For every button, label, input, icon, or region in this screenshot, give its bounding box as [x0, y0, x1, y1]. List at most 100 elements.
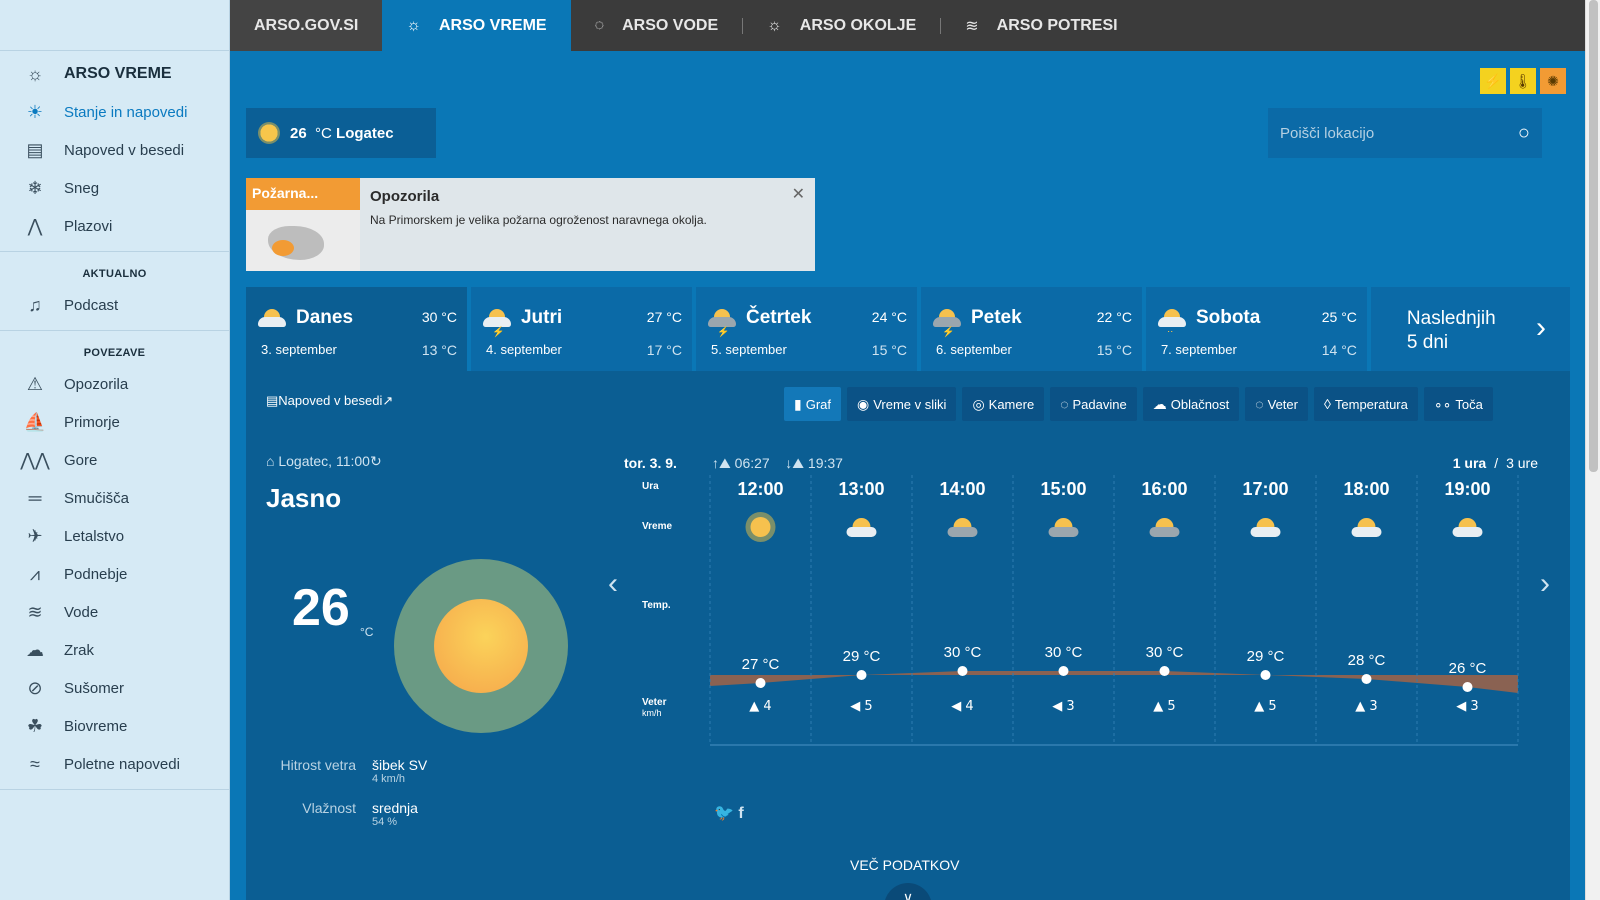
day-name: Sobota	[1195, 307, 1261, 328]
temperature-point	[856, 670, 867, 680]
sidebar-item-zrak[interactable]: ☁ Zrak	[0, 631, 229, 669]
search-icon[interactable]: ○	[1518, 122, 1530, 145]
twitter-icon[interactable]: 🐦	[714, 805, 734, 822]
hour-label: 14:00	[939, 479, 985, 499]
partly-cloudy-icon-cloud	[1351, 527, 1382, 537]
temperature-point	[755, 678, 766, 688]
day-max: 25 °C	[1321, 309, 1357, 325]
heat-warning-icon[interactable]: 🌡	[1510, 68, 1536, 94]
tab-label: Vreme v sliki	[873, 396, 947, 412]
partly-cloudy-icon-cloud	[1250, 527, 1281, 537]
day-tab-sobota[interactable]: ⋅⋅ Sobota 25 °C 7. september 14 °C	[1145, 287, 1367, 371]
day-tab-jutri[interactable]: ⚡ Jutri 27 °C 4. september 17 °C	[470, 287, 692, 371]
sidebar-item-label: Sneg	[64, 179, 100, 197]
sidebar-item-biovreme[interactable]: ☘ Biovreme	[0, 707, 229, 745]
mountain-icon: ⋀⋀	[20, 449, 50, 470]
sidebar-item-vode[interactable]: ≋ Vode	[0, 593, 229, 631]
facebook-icon[interactable]: f	[738, 805, 743, 822]
forecast-graph: 12:00 27 °C ▲ 4 13:00 29 °C ◀ 5 14:00 30 °C ◀ 4 1…	[709, 475, 1519, 746]
humidity-value: srednja	[372, 800, 418, 816]
sidebar-item-stanje[interactable]: ☀ Stanje in napovedi	[0, 93, 229, 131]
wind-value: ▲ 4	[749, 699, 771, 714]
sidebar-item-susomer[interactable]: ⊘ Sušomer	[0, 669, 229, 707]
sidebar-item-label: Smučišča	[64, 489, 130, 507]
tab-temperatura[interactable]: ◊ Temperatura	[1313, 387, 1418, 421]
sidebar-item-plazovi[interactable]: ⋀ Plazovi	[0, 207, 229, 245]
day-min: 17 °C	[646, 342, 682, 358]
chevron-left-icon[interactable]: ‹	[608, 567, 618, 601]
wind-label: Hitrost vetra	[280, 757, 356, 773]
nav-arso-gov[interactable]: ARSO.GOV.SI	[230, 0, 383, 51]
warning-text: Na Primorskem je velika požarna ogroženo…	[370, 213, 707, 227]
sidebar-item-smucisca[interactable]: ═ Smučišča	[0, 479, 229, 517]
sidebar-item-gore[interactable]: ⋀⋀ Gore	[0, 441, 229, 479]
tab-vreme-v-sliki[interactable]: ◉ Vreme v sliki	[847, 387, 957, 421]
scrollbar-thumb[interactable]	[1589, 0, 1598, 472]
more-data-label[interactable]: VEČ PODATKOV	[850, 857, 959, 873]
nav-arso-vode[interactable]: ◌ ARSO VODE	[571, 0, 743, 51]
next-days-label: Naslednjih 5 dni	[1407, 307, 1496, 355]
close-icon[interactable]: ✕	[792, 184, 805, 204]
refresh-icon[interactable]: ↻	[370, 453, 382, 469]
chevron-right-icon[interactable]: ›	[1540, 567, 1550, 601]
fire-warning-icon[interactable]: ✺	[1540, 68, 1566, 94]
sidebar-title[interactable]: ☼ ARSO VREME	[0, 55, 229, 93]
search-input[interactable]	[1280, 124, 1518, 142]
sidebar-item-poletne[interactable]: ≈ Poletne napovedi	[0, 745, 229, 783]
day-max: 24 °C	[871, 309, 907, 325]
tab-toca[interactable]: ∘∘ Toča	[1423, 387, 1493, 421]
hour-label: 13:00	[838, 479, 884, 499]
chevron-down-icon[interactable]: ∨	[884, 883, 932, 900]
sidebar-item-podcast[interactable]: ♫ Podcast	[0, 286, 229, 324]
thunder-warning-icon[interactable]: ⚡	[1480, 68, 1506, 94]
current-meta: ⌂ Logatec, 11:00↻	[266, 453, 382, 470]
humidity-detail: Vlažnost srednja 54 %	[266, 800, 516, 828]
tab-oblacnost[interactable]: ☁ Oblačnost	[1142, 387, 1240, 421]
tab-padavine[interactable]: ◌ Padavine	[1050, 387, 1137, 421]
page-scrollbar[interactable]	[1585, 0, 1600, 900]
res-3h[interactable]: 3 ure	[1506, 455, 1538, 471]
day-tabs: Danes 30 °C 3. september 13 °C ⚡ Jutri 2…	[246, 287, 1570, 371]
day-date: 4. september	[485, 342, 562, 357]
nav-arso-vreme[interactable]: ☼ ARSO VREME	[382, 0, 571, 51]
tab-kamere[interactable]: ◎ Kamere	[962, 387, 1045, 421]
nav-arso-okolje[interactable]: ☼ ARSO OKOLJE	[743, 0, 940, 51]
plane-icon: ✈	[27, 525, 43, 546]
bio-icon: ☘	[26, 715, 44, 736]
sidebar-item-sneg[interactable]: ❄ Sneg	[0, 169, 229, 207]
sidebar-item-opozorila[interactable]: ⚠ Opozorila	[0, 365, 229, 403]
drought-icon: ⊘	[27, 677, 43, 698]
sidebar-item-podnebje[interactable]: ⩘ Podnebje	[0, 555, 229, 593]
sidebar-item-letalstvo[interactable]: ✈ Letalstvo	[0, 517, 229, 555]
wind-value: šibek SV	[372, 757, 428, 773]
res-1h[interactable]: 1 ura	[1453, 455, 1486, 471]
row-label-temp: Temp.	[642, 600, 671, 611]
document-icon: ▤	[266, 393, 279, 408]
nav-arso-potresi[interactable]: ≋ ARSO POTRESI	[941, 0, 1141, 51]
location-search: ○	[1268, 108, 1542, 158]
sidebar-item-primorje[interactable]: ⛵ Primorje	[0, 403, 229, 441]
current-location-box[interactable]: 26 °C Logatec	[246, 108, 436, 158]
tab-graf[interactable]: ▮ Graf	[784, 387, 842, 421]
sun-icon	[258, 122, 280, 144]
tab-veter[interactable]: ◌ Veter	[1245, 387, 1308, 421]
row-label-vreme: Vreme	[642, 521, 673, 532]
day-min: 14 °C	[1321, 342, 1357, 358]
day-tab-cetrtek[interactable]: ⚡ Četrtek 24 °C 5. september 15 °C	[695, 287, 917, 371]
wind-value: ▲ 5	[1254, 699, 1276, 714]
napoved-link[interactable]: ▤Napoved v besedi↗	[266, 393, 393, 409]
warning-thumbnail[interactable]: Požarna...	[246, 178, 360, 271]
day-tab-petek[interactable]: ⚡ Petek 22 °C 6. september 15 °C	[920, 287, 1142, 371]
warning-body: Opozorila Na Primorskem je velika požarn…	[360, 178, 815, 271]
wind-value: ▲ 3	[1355, 699, 1377, 714]
thunderstorm-icon: ⚡	[707, 307, 736, 338]
next-days-tab[interactable]: Naslednjih 5 dni ›	[1370, 287, 1570, 371]
sidebar-heading: AKTUALNO	[82, 268, 147, 280]
day-tab-danes[interactable]: Danes 30 °C 3. september 13 °C	[246, 287, 467, 371]
day-date: 3. september	[261, 342, 337, 357]
wind-detail: Hitrost vetra šibek SV 4 km/h	[266, 757, 516, 785]
day-max: 30 °C	[421, 309, 457, 325]
sidebar-item-napoved[interactable]: ▤ Napoved v besedi	[0, 131, 229, 169]
warning-tag: Požarna...	[246, 178, 360, 210]
document-icon: ▤	[26, 139, 44, 160]
